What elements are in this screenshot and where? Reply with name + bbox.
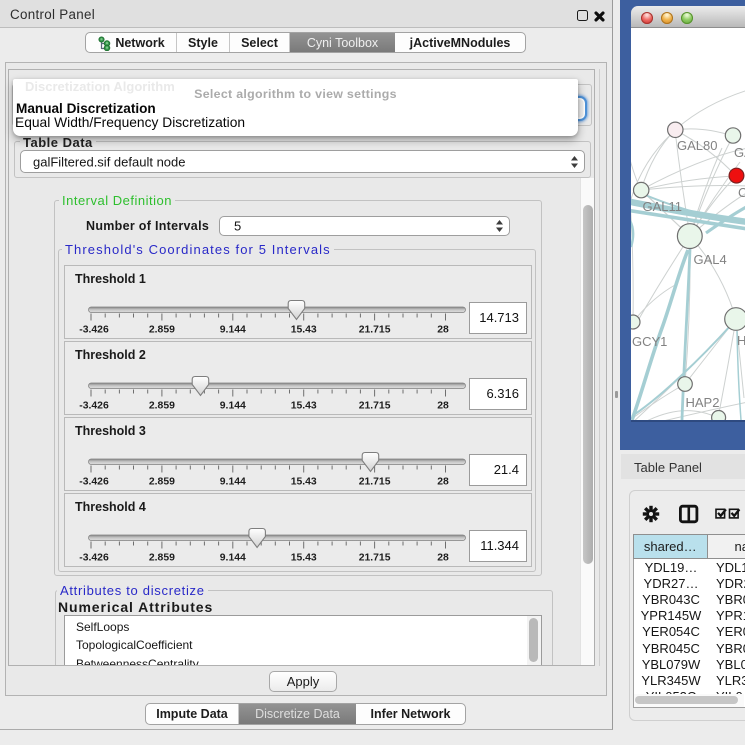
svg-text:HIS4: HIS4 bbox=[737, 333, 745, 348]
svg-text:28: 28 bbox=[437, 401, 449, 412]
svg-text:-3.426: -3.426 bbox=[79, 401, 109, 412]
svg-text:9.144: 9.144 bbox=[220, 325, 246, 336]
svg-text:GAL11: GAL11 bbox=[643, 199, 683, 214]
svg-text:15.43: 15.43 bbox=[291, 477, 317, 488]
svg-text:28: 28 bbox=[437, 325, 449, 336]
svg-text:-3.426: -3.426 bbox=[79, 553, 109, 564]
svg-text:-3.426: -3.426 bbox=[79, 477, 109, 488]
svg-text:28: 28 bbox=[437, 553, 449, 564]
svg-text:15.43: 15.43 bbox=[291, 325, 317, 336]
svg-text:2.859: 2.859 bbox=[149, 553, 175, 564]
svg-text:2.859: 2.859 bbox=[149, 325, 175, 336]
svg-text:21.715: 21.715 bbox=[359, 477, 391, 488]
svg-text:21.715: 21.715 bbox=[359, 325, 391, 336]
svg-text:GAL4: GAL4 bbox=[694, 252, 727, 267]
svg-text:2.859: 2.859 bbox=[149, 401, 175, 412]
svg-text:CDC1: CDC1 bbox=[738, 185, 745, 200]
svg-text:21.715: 21.715 bbox=[359, 553, 391, 564]
svg-text:HAP2: HAP2 bbox=[686, 395, 720, 410]
svg-text:-3.426: -3.426 bbox=[79, 325, 109, 336]
svg-text:21.715: 21.715 bbox=[359, 401, 391, 412]
svg-text:15.43: 15.43 bbox=[291, 401, 317, 412]
svg-text:15.43: 15.43 bbox=[291, 553, 317, 564]
svg-text:9.144: 9.144 bbox=[220, 553, 246, 564]
svg-text:9.144: 9.144 bbox=[220, 477, 246, 488]
svg-text:2.859: 2.859 bbox=[149, 477, 175, 488]
svg-text:GCY1: GCY1 bbox=[632, 334, 667, 349]
svg-text:GAL80: GAL80 bbox=[677, 138, 717, 153]
svg-text:GAL2: GAL2 bbox=[734, 145, 745, 160]
svg-text:28: 28 bbox=[437, 477, 449, 488]
svg-text:9.144: 9.144 bbox=[220, 401, 246, 412]
